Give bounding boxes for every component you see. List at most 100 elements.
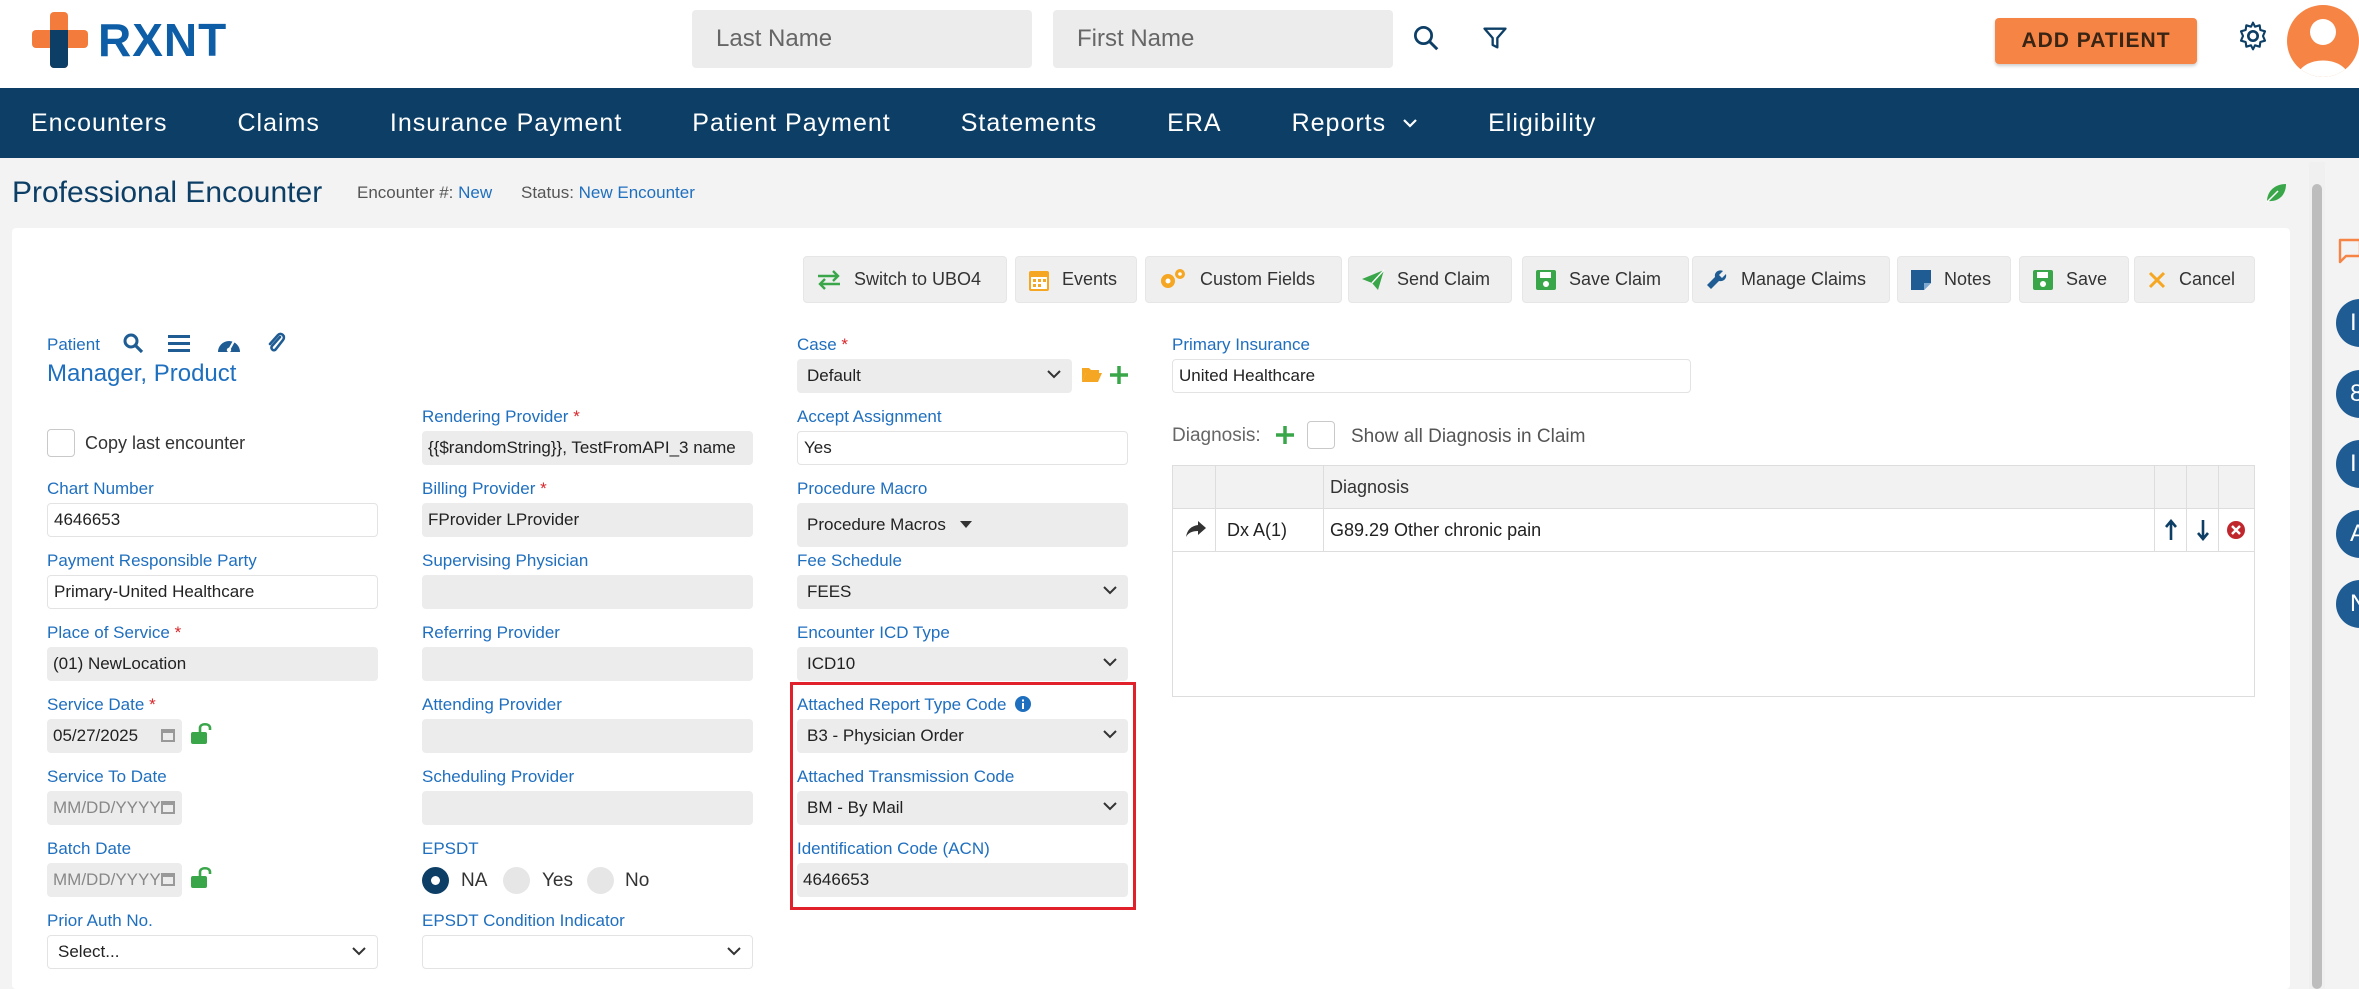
highlight-box bbox=[790, 682, 1136, 910]
nav-reports[interactable]: Reports bbox=[1292, 109, 1419, 138]
folder-open-icon[interactable] bbox=[1081, 366, 1103, 389]
share-arrow-icon[interactable] bbox=[1185, 520, 1207, 538]
table-row[interactable]: Dx A(1) G89.29 Other chronic pain bbox=[1173, 509, 2254, 552]
service-to-date-field[interactable]: MM/DD/YYYY bbox=[47, 791, 182, 825]
diagnosis-label: Diagnosis: bbox=[1172, 425, 1261, 446]
gear-icon[interactable] bbox=[2233, 16, 2273, 56]
calendar-icon[interactable] bbox=[160, 727, 176, 743]
supervising-physician-label: Supervising Physician bbox=[422, 551, 589, 570]
service-date-field[interactable]: 05/27/2025 bbox=[47, 719, 182, 753]
custom-fields-button[interactable]: Custom Fields bbox=[1145, 256, 1342, 303]
rail-item-2[interactable]: 8 bbox=[2336, 370, 2359, 418]
calendar-icon[interactable] bbox=[160, 871, 176, 887]
manage-claims-label: Manage Claims bbox=[1741, 269, 1867, 289]
nav-statements[interactable]: Statements bbox=[961, 109, 1097, 138]
arrow-down-icon[interactable] bbox=[2197, 519, 2209, 541]
copy-last-encounter-checkbox[interactable] bbox=[47, 429, 75, 457]
service-date-label-text: Service Date bbox=[47, 695, 145, 714]
unlock-icon[interactable] bbox=[189, 722, 213, 751]
accept-assignment-field[interactable]: Yes bbox=[797, 431, 1128, 465]
patient-name[interactable]: Manager, Product bbox=[47, 360, 236, 388]
nav-encounters[interactable]: Encounters bbox=[31, 109, 167, 138]
batch-date-field[interactable]: MM/DD/YYYY bbox=[47, 863, 182, 897]
nav-eligibility[interactable]: Eligibility bbox=[1488, 109, 1596, 138]
procedure-macro-dropdown[interactable]: Procedure Macros bbox=[797, 503, 1128, 547]
encounter-icd-select[interactable]: ICD10 bbox=[797, 647, 1128, 681]
custom-fields-label: Custom Fields bbox=[1200, 269, 1316, 289]
case-select[interactable]: Default bbox=[797, 359, 1072, 393]
place-of-service-field[interactable]: (01) NewLocation bbox=[47, 647, 378, 681]
add-case-icon[interactable] bbox=[1109, 365, 1129, 390]
notes-button[interactable]: Notes bbox=[1897, 256, 2011, 303]
add-diagnosis-icon[interactable] bbox=[1275, 425, 1295, 450]
nav-claims[interactable]: Claims bbox=[237, 109, 319, 138]
leaf-icon[interactable] bbox=[2264, 182, 2288, 209]
scheduling-provider-field[interactable] bbox=[422, 791, 753, 825]
show-all-diagnosis-checkbox[interactable] bbox=[1307, 421, 1335, 449]
page-title: Professional Encounter bbox=[12, 176, 323, 209]
place-of-service-label-text: Place of Service bbox=[47, 623, 170, 642]
events-button[interactable]: Events bbox=[1015, 256, 1137, 303]
rendering-provider-field[interactable]: {{$randomString}}, TestFromAPI_3 name bbox=[422, 431, 753, 465]
rail-item-5[interactable]: N bbox=[2336, 580, 2359, 628]
place-of-service-label: Place of Service * bbox=[47, 623, 182, 642]
save-button[interactable]: Save bbox=[2019, 256, 2129, 303]
save-label: Save bbox=[2066, 269, 2108, 289]
billing-provider-field[interactable]: FProvider LProvider bbox=[422, 503, 753, 537]
caret-down-icon bbox=[959, 521, 972, 528]
nav-insurance-payment[interactable]: Insurance Payment bbox=[390, 109, 622, 138]
supervising-physician-field[interactable] bbox=[422, 575, 753, 609]
procedure-macro-label: Procedure Macro bbox=[797, 479, 928, 498]
epsdt-no-label: No bbox=[625, 870, 650, 891]
prior-auth-select[interactable]: Select... bbox=[47, 935, 378, 969]
dashboard-icon[interactable] bbox=[216, 333, 242, 360]
first-name-input[interactable]: First Name bbox=[1053, 10, 1393, 68]
paperclip-icon[interactable] bbox=[266, 331, 286, 360]
switch-to-ubo4-button[interactable]: Switch to UBO4 bbox=[803, 256, 1007, 303]
rail-item-1[interactable]: I bbox=[2336, 299, 2359, 347]
chart-number-field[interactable]: 4646653 bbox=[47, 503, 378, 537]
arrow-up-icon[interactable] bbox=[2165, 519, 2177, 541]
encounter-icd-value: ICD10 bbox=[807, 654, 856, 673]
patient-search-icon[interactable] bbox=[122, 332, 144, 359]
prior-auth-label: Prior Auth No. bbox=[47, 911, 153, 930]
search-icon[interactable] bbox=[1406, 18, 1446, 58]
cancel-button[interactable]: Cancel bbox=[2134, 256, 2255, 303]
add-patient-button[interactable]: ADD PATIENT bbox=[1995, 18, 2197, 64]
rxnt-logo[interactable]: RXNT bbox=[32, 12, 227, 68]
service-date-value: 05/27/2025 bbox=[53, 726, 139, 745]
nav-era[interactable]: ERA bbox=[1167, 109, 1221, 138]
unlock-icon[interactable] bbox=[189, 866, 213, 895]
manage-claims-button[interactable]: Manage Claims bbox=[1692, 256, 1890, 303]
primary-insurance-field[interactable]: United Healthcare bbox=[1172, 359, 1691, 393]
attending-provider-field[interactable] bbox=[422, 719, 753, 753]
last-name-input[interactable]: Last Name bbox=[692, 10, 1032, 68]
epsdt-na-radio[interactable] bbox=[422, 867, 449, 894]
send-claim-button[interactable]: Send Claim bbox=[1348, 256, 1512, 303]
save-claim-button[interactable]: Save Claim bbox=[1522, 256, 1689, 303]
page-scrollbar[interactable] bbox=[2309, 162, 2325, 989]
epsdt-yes-radio[interactable] bbox=[503, 867, 530, 894]
rail-item-4[interactable]: A bbox=[2336, 510, 2359, 558]
filter-icon[interactable] bbox=[1475, 18, 1515, 58]
chat-icon[interactable] bbox=[2338, 238, 2359, 264]
case-label: Case * bbox=[797, 335, 849, 354]
calendar-icon[interactable] bbox=[160, 799, 176, 815]
main-nav: Encounters Claims Insurance Payment Pati… bbox=[0, 88, 2359, 158]
fee-schedule-label: Fee Schedule bbox=[797, 551, 902, 570]
remove-icon[interactable] bbox=[2226, 520, 2246, 540]
list-icon[interactable] bbox=[168, 333, 190, 358]
nav-patient-payment[interactable]: Patient Payment bbox=[692, 109, 890, 138]
billing-provider-label: Billing Provider * bbox=[422, 479, 547, 498]
epsdt-condition-label: EPSDT Condition Indicator bbox=[422, 911, 625, 930]
rail-item-3[interactable]: I bbox=[2336, 440, 2359, 488]
payment-party-field[interactable]: Primary-United Healthcare bbox=[47, 575, 378, 609]
referring-provider-field[interactable] bbox=[422, 647, 753, 681]
fee-schedule-select[interactable]: FEES bbox=[797, 575, 1128, 609]
epsdt-condition-select[interactable] bbox=[422, 935, 753, 969]
show-all-diagnosis-label: Show all Diagnosis in Claim bbox=[1351, 426, 1586, 447]
epsdt-no-radio[interactable] bbox=[587, 867, 614, 894]
user-avatar[interactable] bbox=[2287, 5, 2359, 77]
switch-to-ubo4-label: Switch to UBO4 bbox=[854, 269, 982, 289]
service-to-date-label: Service To Date bbox=[47, 767, 167, 786]
